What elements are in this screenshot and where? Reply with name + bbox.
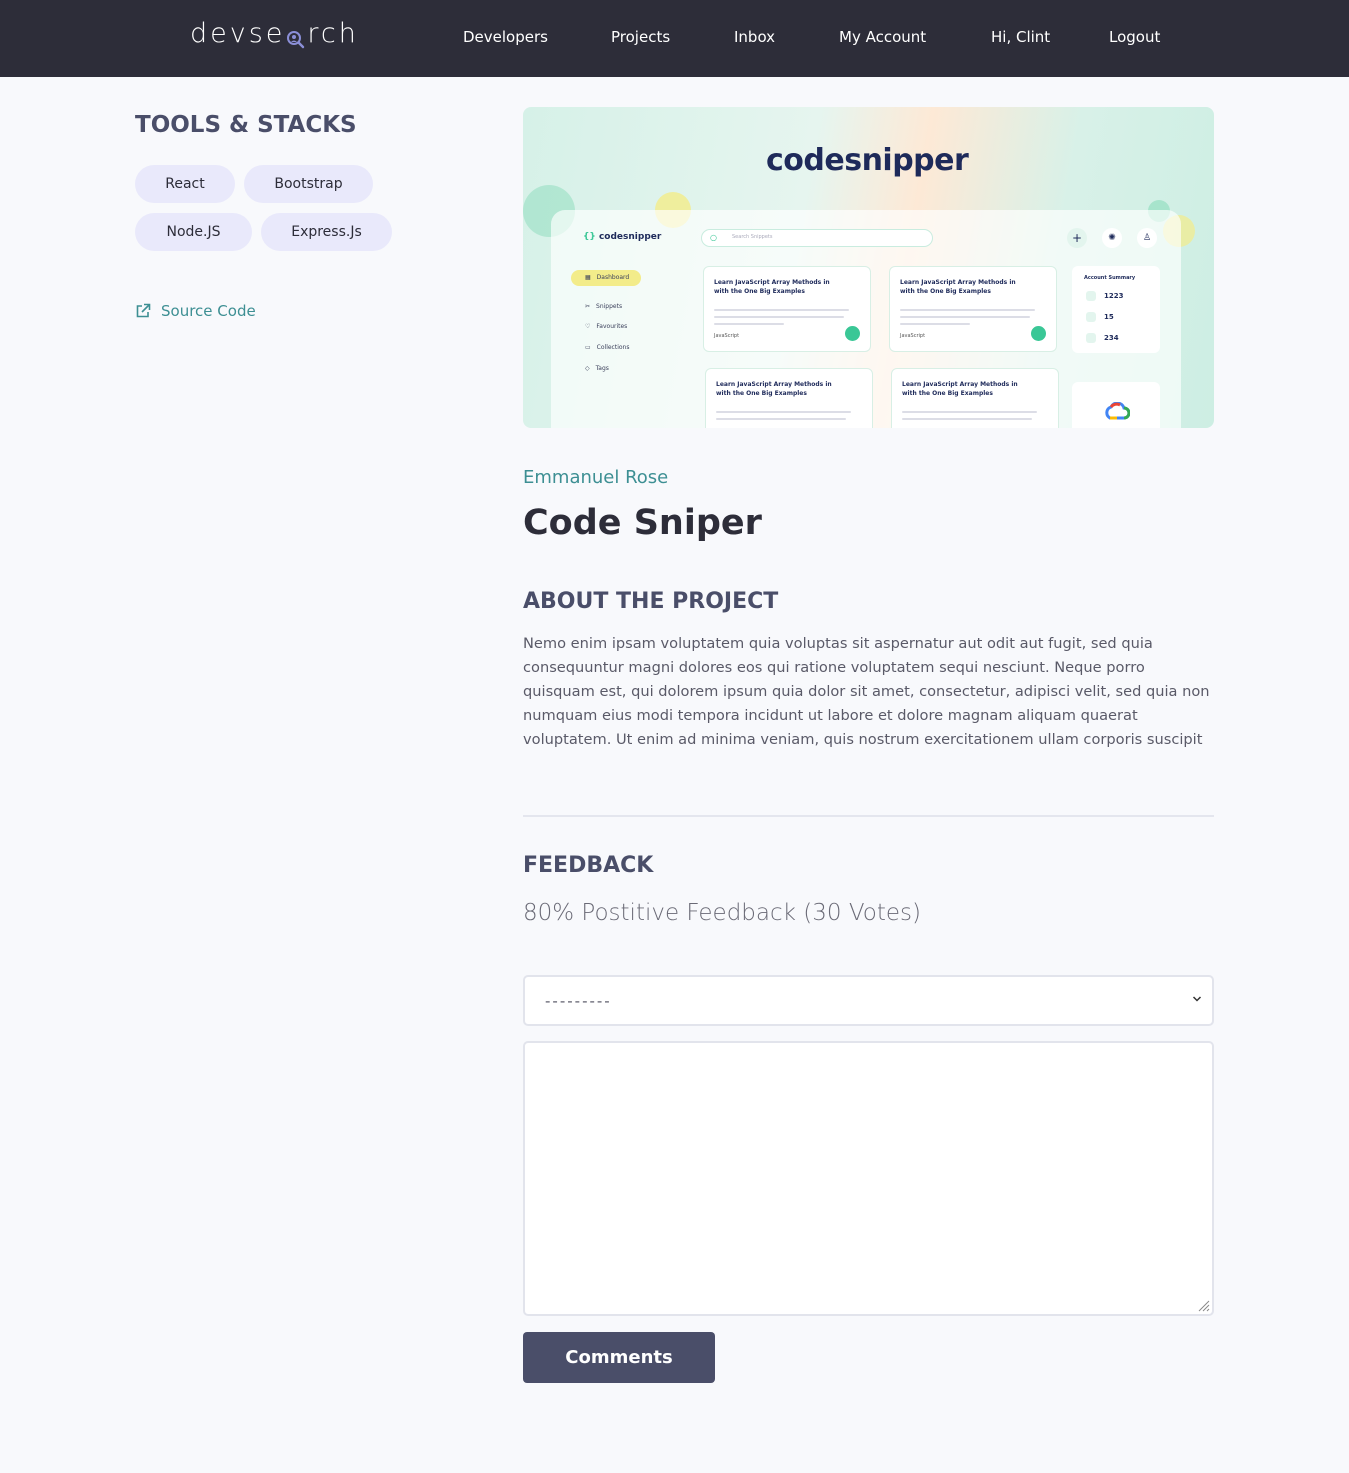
project-title: Code Sniper [523,503,762,543]
nav-projects[interactable]: Projects [611,28,670,46]
section-divider [523,815,1214,817]
nav-my-account[interactable]: My Account [839,28,926,46]
mockup-snippet-card: Learn JavaScript Array Methods in with t… [889,266,1057,352]
nav-developers[interactable]: Developers [463,28,548,46]
cloud-icon [1104,401,1131,420]
mockup-menu-item: ▦ Dashboard [585,274,630,281]
vote-select-value: --------- [545,991,612,1010]
tag-expressjs: Express.Js [261,213,392,251]
user-icon: ♙ [1137,228,1157,248]
mockup-account-summary: Account Summary 1223 15 234 [1072,266,1160,353]
project-author-link[interactable]: Emmanuel Rose [523,467,668,488]
devsearch-logo[interactable]: devse rch [190,18,359,49]
top-navbar: devse rch Developers Projects Inbox My Ac… [0,0,1349,77]
tools-stacks-heading: TOOLS & STACKS [135,112,357,138]
nav-logout[interactable]: Logout [1109,28,1160,46]
vote-select[interactable]: --------- [523,975,1214,1026]
comment-textarea[interactable] [523,1041,1214,1316]
mockup-snippet-card: Learn JavaScript Array Methods in with t… [703,266,871,352]
mockup-logo: {} codesnipper [583,232,662,242]
plus-icon: + [1067,228,1087,248]
magnifier-icon [286,26,306,48]
logo-text-end: rch [307,18,359,49]
tag-nodejs: Node.JS [135,213,252,251]
submit-comment-button[interactable]: Comments [523,1332,715,1383]
source-code-link[interactable]: Source Code [135,302,256,320]
tag-bootstrap: Bootstrap [244,165,373,203]
mockup-menu-item: ♡ Favourites [585,323,628,330]
mockup-snippet-card: Learn JavaScript Array Methods in with t… [891,368,1059,428]
vote-summary: 80% Postitive Feedback (30 Votes) [523,900,921,926]
project-thumbnail: codesnipper {} codesnipper ○ Search Snip… [523,107,1214,428]
mockup-menu-item: ✂ Snippets [585,303,623,310]
codesnipper-brand: codesnipper [766,143,969,178]
sun-icon: ✺ [1102,228,1122,248]
mockup-menu-item: ▭ Collections [585,344,630,351]
app-mockup: {} codesnipper ○ Search Snippets + ✺ ♙ ▦… [551,210,1181,428]
resize-handle-icon[interactable] [1196,1298,1210,1312]
feedback-heading: FEEDBACK [523,853,654,878]
project-description: Nemo enim ipsam voluptatem quia voluptas… [523,635,1210,748]
about-heading: ABOUT THE PROJECT [523,589,779,614]
source-code-label: Source Code [161,302,256,320]
mockup-ad-card [1072,382,1160,428]
tag-react: React [135,165,235,203]
mockup-search-placeholder: Search Snippets [732,234,773,240]
external-link-icon [136,303,151,318]
chevron-down-icon [1192,996,1202,1002]
mockup-search: ○ Search Snippets [701,229,933,247]
search-icon: ○ [710,233,717,242]
mockup-menu-item: ◇ Tags [585,365,609,372]
mockup-snippet-card: Learn JavaScript Array Methods in with t… [705,368,873,428]
nav-greeting[interactable]: Hi, Clint [991,28,1050,46]
logo-text: devse [190,18,286,49]
nav-inbox[interactable]: Inbox [734,28,775,46]
